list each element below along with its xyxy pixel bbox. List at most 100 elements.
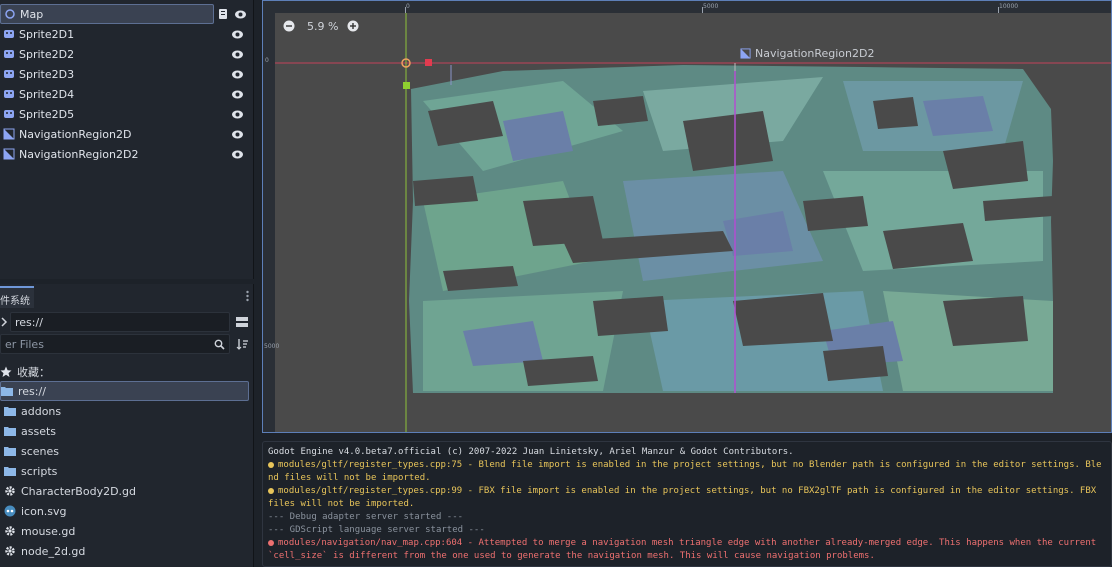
visibility-eye-icon[interactable] xyxy=(231,68,244,81)
sort-icon[interactable] xyxy=(236,338,248,350)
fs-item-label: icon.svg xyxy=(21,504,67,518)
folder-icon xyxy=(4,467,16,476)
ruler-left[interactable]: 0 5000 xyxy=(263,1,279,432)
log-line: Godot Engine v4.0.beta7.official (c) 200… xyxy=(268,447,794,457)
fs-item-node-2d-gd[interactable]: node_2d.gd xyxy=(0,541,250,561)
folder-icon xyxy=(1,387,13,396)
error-dot-icon xyxy=(268,539,274,546)
visibility-eye-icon[interactable] xyxy=(231,128,244,141)
canvas-viewport[interactable]: 0 5000 10000 0 5000 5.9 % NavigationRegi… xyxy=(262,0,1112,433)
tree-item-sprite2d1[interactable]: Sprite2D1 xyxy=(0,24,252,44)
zoom-level-button[interactable]: 5.9 % xyxy=(307,20,338,33)
layout-toggle-icon[interactable] xyxy=(236,316,248,328)
tab-filesystem[interactable]: 件系统 xyxy=(0,286,34,308)
node2d-icon xyxy=(5,9,15,19)
fs-item-scripts[interactable]: scripts xyxy=(0,461,250,481)
log-line-warning: modules/gltf/register_types.cpp:75 - Ble… xyxy=(268,459,1106,485)
tree-item-sprite2d4[interactable]: Sprite2D4 xyxy=(0,84,252,104)
folder-icon xyxy=(4,447,16,456)
tree-item-label: Sprite2D4 xyxy=(19,87,75,101)
x-axis-handle[interactable] xyxy=(425,59,432,66)
tree-item-sprite2d5[interactable]: Sprite2D5 xyxy=(0,104,252,124)
visibility-eye-icon[interactable] xyxy=(231,28,244,41)
tree-item-sprite2d2[interactable]: Sprite2D2 xyxy=(0,44,252,64)
sprite2d-icon xyxy=(4,70,14,78)
fs-item-res[interactable]: res:// xyxy=(0,381,249,401)
script-icon[interactable] xyxy=(218,8,229,20)
navmesh-hole xyxy=(823,346,888,381)
navmesh-hole xyxy=(593,96,648,126)
chevron-right-icon[interactable] xyxy=(0,315,8,329)
ruler-top[interactable]: 0 5000 10000 xyxy=(263,1,1111,13)
navigation-region-icon xyxy=(740,48,751,59)
filesystem-panel: 件系统 res:// er Files 收藏： res:// addons as… xyxy=(0,284,254,567)
tree-item-label: Sprite2D3 xyxy=(19,67,75,81)
fs-item-label: node_2d.gd xyxy=(21,544,86,558)
tree-item-label: Sprite2D5 xyxy=(19,107,75,121)
fs-item-characterbody2d[interactable]: CharacterBody2D.gd xyxy=(0,481,250,501)
more-options-icon[interactable] xyxy=(246,290,249,302)
y-axis-handle[interactable] xyxy=(403,82,410,89)
log-text: modules/gltf/register_types.cpp:99 - FBX… xyxy=(268,486,1102,509)
navmesh-hole xyxy=(523,356,598,386)
ruler-tick-label: 10000 xyxy=(999,3,1019,10)
warning-dot-icon xyxy=(268,487,274,494)
visibility-eye-icon[interactable] xyxy=(231,108,244,121)
tree-item-navigationregion2d[interactable]: NavigationRegion2D xyxy=(0,124,252,144)
navmesh-hole xyxy=(593,296,668,336)
tree-item-map[interactable]: Map xyxy=(0,4,214,24)
navigation-region-icon xyxy=(3,148,15,160)
navmesh-hole xyxy=(883,223,973,269)
log-line: --- Debug adapter server started --- xyxy=(268,512,464,522)
filter-files-input[interactable]: er Files xyxy=(0,334,230,354)
navmesh-hole xyxy=(413,176,478,206)
log-text: modules/navigation/nav_map.cpp:604 - Att… xyxy=(268,538,1102,561)
fs-item-label: addons xyxy=(21,404,62,418)
navigation-region-icon xyxy=(3,128,15,140)
navmesh-hole xyxy=(873,97,918,129)
fs-item-mouse-gd[interactable]: mouse.gd xyxy=(0,521,250,541)
tree-item-sprite2d3[interactable]: Sprite2D3 xyxy=(0,64,252,84)
tree-item-label: Map xyxy=(20,7,44,21)
tree-item-label: Sprite2D1 xyxy=(19,27,75,41)
visibility-eye-icon[interactable] xyxy=(231,48,244,61)
fs-item-scenes[interactable]: scenes xyxy=(0,441,250,461)
ruler-tick-label: 5000 xyxy=(703,3,719,10)
path-input[interactable]: res:// xyxy=(10,312,230,332)
sprite2d-icon xyxy=(4,50,14,58)
node-name-label: NavigationRegion2D2 xyxy=(755,47,875,60)
fs-item-label: mouse.gd xyxy=(21,524,76,538)
scene-tree-panel: Map Sprite2D1 Sprite2D2 Sprite2D3 Sprite… xyxy=(0,0,254,279)
navmesh-facet xyxy=(923,96,993,136)
visibility-eye-icon[interactable] xyxy=(231,148,244,161)
navmesh-hole xyxy=(523,196,603,246)
favorites-header: 收藏： xyxy=(0,362,250,382)
visibility-eye-icon[interactable] xyxy=(231,88,244,101)
fs-item-label: scenes xyxy=(21,444,60,458)
ruler-tick-label: 0 xyxy=(406,3,410,10)
zoom-in-icon[interactable] xyxy=(347,20,359,32)
fs-item-icon-svg[interactable]: icon.svg xyxy=(0,501,250,521)
output-log-panel[interactable]: Godot Engine v4.0.beta7.official (c) 200… xyxy=(262,441,1112,567)
gear-icon xyxy=(5,546,15,556)
fs-item-assets[interactable]: assets xyxy=(0,421,250,441)
navmesh-hole xyxy=(683,111,773,171)
fs-item-addons[interactable]: addons xyxy=(0,401,250,421)
tree-item-label: NavigationRegion2D xyxy=(19,127,132,141)
ruler-tick-label: 0 xyxy=(265,57,269,64)
folder-icon xyxy=(4,427,16,436)
sprite2d-icon xyxy=(4,30,14,38)
log-line: --- GDScript language server started --- xyxy=(268,525,485,535)
sprite2d-icon xyxy=(4,110,14,118)
fs-item-label: CharacterBody2D.gd xyxy=(21,484,137,498)
sprite2d-icon xyxy=(4,90,14,98)
navigation-mesh xyxy=(275,13,1111,432)
favorites-label: 收藏： xyxy=(17,366,50,379)
tree-item-navigationregion2d2[interactable]: NavigationRegion2D2 xyxy=(0,144,252,164)
navmesh-hole xyxy=(943,296,1028,346)
zoom-out-icon[interactable] xyxy=(283,20,295,32)
star-icon xyxy=(0,366,12,377)
warning-dot-icon xyxy=(268,461,274,468)
log-line-warning: modules/gltf/register_types.cpp:99 - FBX… xyxy=(268,485,1106,511)
visibility-eye-icon[interactable] xyxy=(234,8,247,21)
